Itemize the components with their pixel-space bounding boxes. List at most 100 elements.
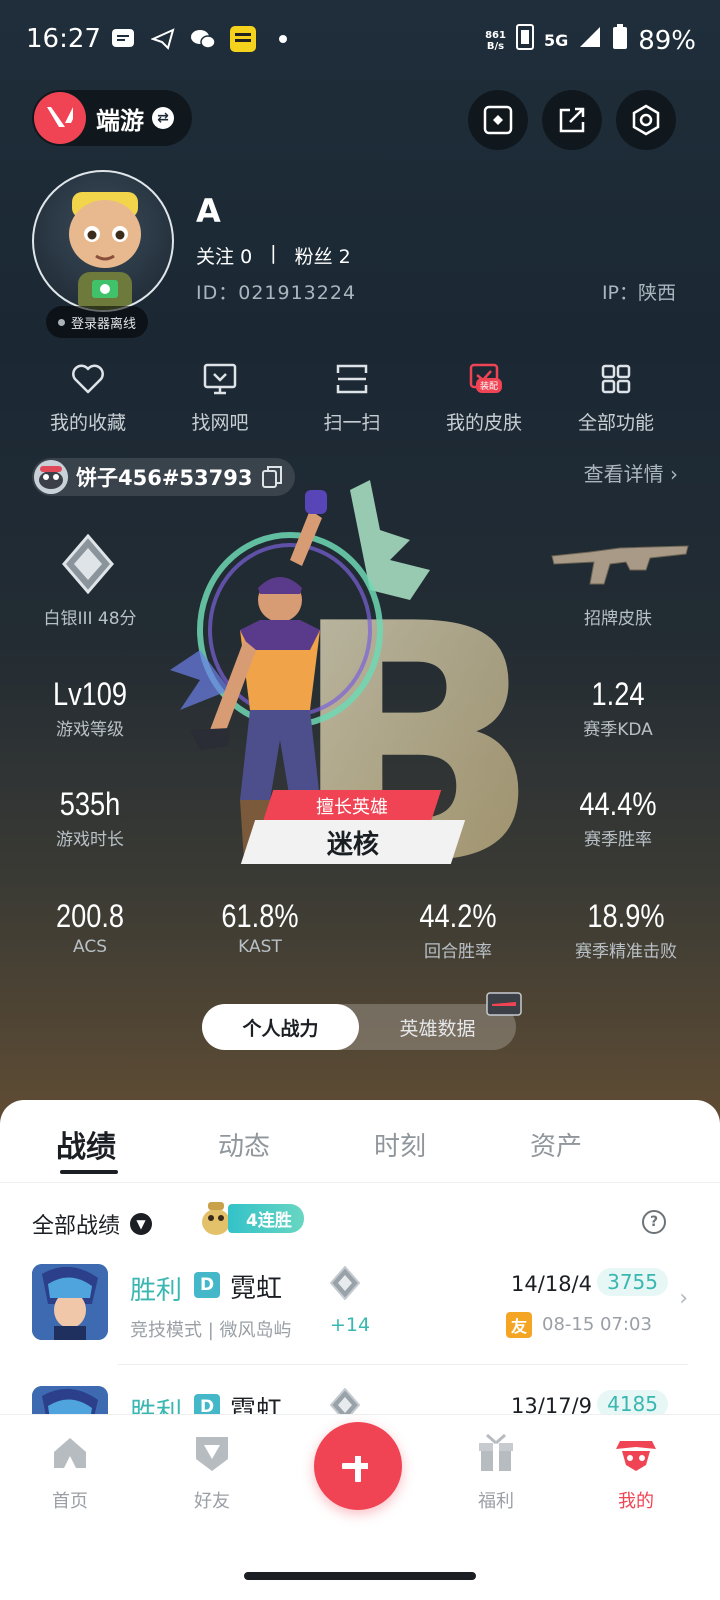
following-link[interactable]: 关注 0 bbox=[196, 242, 252, 269]
following-count: 0 bbox=[240, 246, 253, 268]
data-view-toggle[interactable]: 个人战力 英雄数据 bbox=[202, 1004, 516, 1050]
nav-friends[interactable]: 好友 bbox=[172, 1431, 252, 1513]
tab-assets[interactable]: 资产 bbox=[530, 1126, 582, 1163]
quick-action-favorites[interactable]: 我的收藏 bbox=[28, 360, 148, 435]
nav-label: 福利 bbox=[478, 1491, 514, 1512]
battery-level: 89% bbox=[638, 25, 696, 56]
signature-skin-label: 招牌皮肤 bbox=[584, 609, 652, 629]
edit-card-icon bbox=[483, 105, 513, 135]
network-type: 5G bbox=[543, 31, 569, 50]
nav-home[interactable]: 首页 bbox=[30, 1431, 110, 1513]
app-icon bbox=[230, 26, 256, 52]
match-time: 08-15 07:03 bbox=[542, 1314, 652, 1335]
nav-label: 首页 bbox=[52, 1491, 88, 1512]
grid-icon bbox=[601, 364, 631, 394]
tab-feed[interactable]: 动态 bbox=[218, 1126, 270, 1163]
weapon-badge-icon bbox=[486, 992, 522, 1020]
quick-action-label: 扫一扫 bbox=[323, 412, 381, 434]
follow-stats: 关注 0 | 粉丝 2 bbox=[196, 242, 351, 269]
nav-mine[interactable]: 我的 bbox=[596, 1431, 676, 1513]
best-hero-name-text: 迷核 bbox=[326, 829, 379, 860]
fans-count: 2 bbox=[338, 246, 351, 268]
signature-skin-weapon-icon[interactable] bbox=[550, 540, 690, 594]
kda-label: 赛季KDA bbox=[583, 720, 653, 740]
edit-card-button[interactable] bbox=[468, 90, 528, 150]
match-row[interactable]: 胜利 D 霓虹 竞技模式 | 微风岛屿 +14 14/18/4 3755 友 0… bbox=[0, 1264, 720, 1384]
avatar[interactable] bbox=[32, 170, 174, 312]
quick-action-scan[interactable]: 扫一扫 bbox=[292, 360, 412, 435]
precision-stat: 18.9% 赛季精准击败 bbox=[556, 898, 696, 962]
net-speed-unit: B/s bbox=[486, 40, 505, 52]
nav-label: 好友 bbox=[194, 1491, 230, 1512]
kast-stat: 61.8% KAST bbox=[198, 898, 322, 957]
create-post-button[interactable] bbox=[314, 1422, 402, 1510]
quick-action-label: 全部功能 bbox=[577, 412, 654, 434]
winrate-stat: 44.4% 赛季胜率 bbox=[556, 786, 680, 850]
settings-button[interactable] bbox=[616, 90, 676, 150]
view-detail-link[interactable]: 查看详情 › bbox=[584, 458, 678, 487]
tab-records[interactable]: 战绩 bbox=[56, 1122, 116, 1166]
battery-icon bbox=[612, 24, 628, 57]
acs-value: 200.8 bbox=[55, 898, 125, 934]
net-speed-value: 861 bbox=[485, 29, 506, 41]
quick-action-label: 我的皮肤 bbox=[445, 412, 522, 434]
precision-value: 18.9% bbox=[587, 898, 665, 934]
settings-hexagon-icon bbox=[632, 104, 660, 136]
winrate-label: 赛季胜率 bbox=[584, 830, 652, 850]
kda-stat: 1.24 赛季KDA bbox=[556, 676, 680, 740]
friends-icon bbox=[196, 1437, 228, 1471]
switch-icon: ⇄ bbox=[152, 107, 174, 129]
sim-icon bbox=[515, 24, 534, 57]
fans-link[interactable]: 粉丝 2 bbox=[295, 242, 351, 269]
monitor-icon bbox=[203, 363, 237, 395]
status-right: 861 B/s 5G 89% bbox=[485, 24, 696, 57]
quick-action-find-cafe[interactable]: 找网吧 bbox=[160, 360, 280, 435]
content-tabs: 战绩 动态 时刻 资产 bbox=[0, 1100, 720, 1186]
match-tier-badge: D bbox=[194, 1272, 220, 1298]
mine-icon bbox=[616, 1441, 656, 1471]
tab-moments[interactable]: 时刻 bbox=[374, 1126, 426, 1163]
valorant-logo-icon bbox=[34, 92, 86, 144]
acs-stat: 200.8 ACS bbox=[28, 898, 152, 957]
help-icon[interactable]: ? bbox=[642, 1210, 666, 1234]
rank-icon bbox=[60, 533, 116, 598]
dot-icon bbox=[270, 26, 296, 52]
match-result: 胜利 bbox=[130, 1276, 183, 1306]
records-filter[interactable]: 全部战绩 ▼ bbox=[32, 1208, 153, 1240]
level-value: Lv109 bbox=[52, 676, 128, 712]
game-name: 端游 bbox=[96, 106, 144, 135]
quick-action-skins[interactable]: 装配 我的皮肤 bbox=[424, 360, 544, 435]
fans-label: 粉丝 bbox=[294, 246, 333, 268]
chevron-right-icon: › bbox=[670, 462, 678, 486]
round-winrate-stat: 44.2% 回合胜率 bbox=[388, 898, 528, 962]
share-icon bbox=[559, 107, 585, 133]
quick-action-label: 我的收藏 bbox=[49, 412, 126, 434]
quick-action-label: 找网吧 bbox=[191, 412, 249, 434]
round-winrate-value: 44.2% bbox=[419, 898, 497, 934]
following-label: 关注 bbox=[196, 246, 235, 268]
best-hero-name[interactable]: 迷核 bbox=[240, 820, 466, 864]
player-tag-avatar bbox=[34, 460, 68, 494]
home-indicator[interactable] bbox=[244, 1572, 476, 1580]
tab-personal-power[interactable]: 个人战力 bbox=[202, 1004, 359, 1050]
match-mode: 竞技模式 | 微风岛屿 bbox=[130, 1320, 292, 1341]
launcher-status-badge: 登录器离线 bbox=[46, 306, 149, 338]
match-rank-points: +14 bbox=[330, 1314, 371, 1336]
nav-label: 我的 bbox=[618, 1491, 654, 1512]
playtime-stat: 535h 游戏时长 bbox=[28, 786, 152, 850]
share-button[interactable] bbox=[542, 90, 602, 150]
nav-welfare[interactable]: 福利 bbox=[456, 1431, 536, 1513]
chevron-down-icon: ▼ bbox=[130, 1213, 153, 1235]
hero-artwork: B bbox=[170, 480, 542, 938]
match-hero-name: 霓虹 bbox=[230, 1274, 283, 1304]
telegram-icon bbox=[150, 26, 176, 52]
user-id: ID：021913224 bbox=[196, 282, 357, 304]
scan-icon bbox=[336, 364, 368, 394]
launcher-status-text: 登录器离线 bbox=[71, 316, 137, 332]
match-kda: 14/18/4 bbox=[511, 1272, 592, 1296]
game-switcher[interactable]: 端游 ⇄ bbox=[32, 90, 192, 146]
playtime-value: 535h bbox=[59, 786, 121, 822]
best-hero-tag: 擅长英雄 bbox=[262, 790, 442, 822]
quick-action-all-features[interactable]: 全部功能 bbox=[556, 360, 676, 435]
plus-icon bbox=[342, 1450, 374, 1482]
